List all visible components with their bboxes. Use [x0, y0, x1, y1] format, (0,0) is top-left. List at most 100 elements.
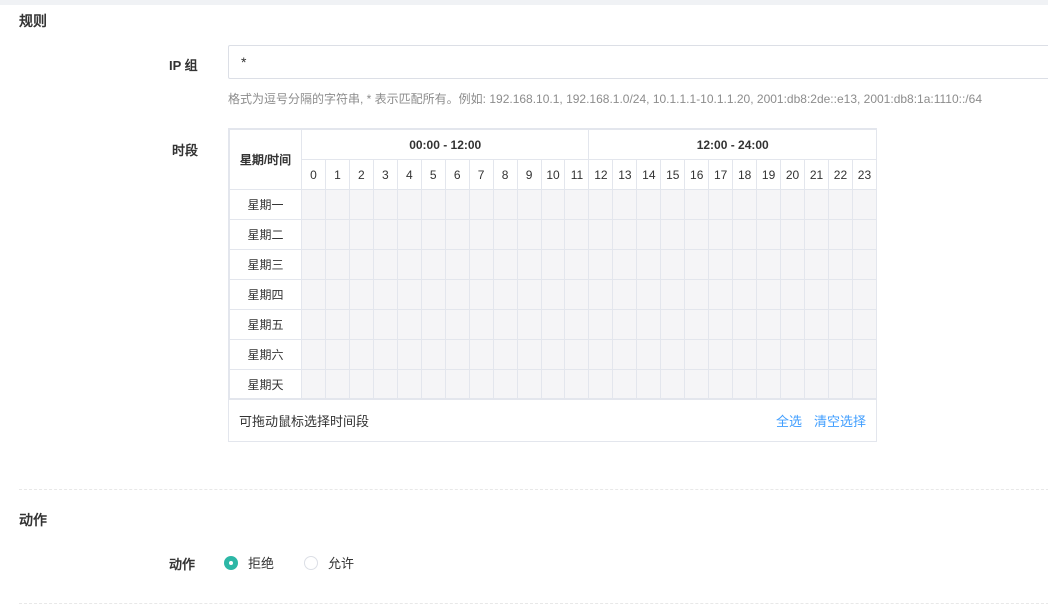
time-slot[interactable] — [612, 309, 638, 340]
time-slot[interactable] — [348, 219, 374, 250]
time-slot[interactable] — [732, 219, 758, 250]
time-slot[interactable] — [444, 309, 470, 340]
time-slot[interactable] — [396, 219, 422, 250]
time-slot[interactable] — [732, 339, 758, 370]
time-slot[interactable] — [396, 249, 422, 280]
radio-deny-dot[interactable] — [224, 555, 238, 570]
time-slot[interactable] — [564, 369, 590, 400]
time-slot[interactable] — [827, 279, 853, 310]
time-slot[interactable] — [612, 219, 638, 250]
time-slot[interactable] — [660, 189, 686, 220]
time-slot[interactable] — [301, 339, 326, 370]
time-slot[interactable] — [516, 339, 542, 370]
time-slot[interactable] — [660, 249, 686, 280]
time-slot[interactable] — [660, 279, 686, 310]
time-slot[interactable] — [660, 339, 686, 370]
time-slot[interactable] — [708, 219, 734, 250]
time-slot[interactable] — [348, 339, 374, 370]
time-slot[interactable] — [516, 279, 542, 310]
time-slot[interactable] — [588, 219, 614, 250]
time-slot[interactable] — [540, 249, 566, 280]
time-slot[interactable] — [468, 339, 494, 370]
radio-allow-dot[interactable] — [304, 555, 318, 570]
time-slot[interactable] — [660, 309, 686, 340]
time-slot[interactable] — [588, 249, 614, 280]
time-slot[interactable] — [851, 189, 878, 220]
time-slot[interactable] — [756, 219, 782, 250]
time-slot[interactable] — [756, 249, 782, 280]
time-slot[interactable] — [827, 219, 853, 250]
time-slot[interactable] — [540, 279, 566, 310]
time-slot[interactable] — [516, 309, 542, 340]
time-slot[interactable] — [804, 279, 829, 310]
time-slot[interactable] — [348, 189, 374, 220]
time-slot[interactable] — [324, 249, 350, 280]
time-slot[interactable] — [372, 339, 398, 370]
time-slot[interactable] — [492, 189, 518, 220]
time-slot[interactable] — [420, 309, 446, 340]
time-slot[interactable] — [588, 279, 614, 310]
time-slot[interactable] — [636, 309, 662, 340]
time-slot[interactable] — [492, 369, 518, 400]
clear-selection-link[interactable]: 清空选择 — [814, 411, 866, 430]
time-slot[interactable] — [444, 339, 470, 370]
time-slot[interactable] — [516, 219, 542, 250]
time-slot[interactable] — [780, 249, 806, 280]
time-slot[interactable] — [324, 309, 350, 340]
time-slot[interactable] — [851, 369, 878, 400]
time-slot[interactable] — [804, 339, 829, 370]
time-slot[interactable] — [827, 249, 853, 280]
time-slot[interactable] — [827, 369, 853, 400]
time-slot[interactable] — [324, 189, 350, 220]
time-slot[interactable] — [804, 249, 829, 280]
time-slot[interactable] — [684, 219, 710, 250]
time-slot[interactable] — [780, 189, 806, 220]
time-slot[interactable] — [636, 339, 662, 370]
time-slot[interactable] — [780, 339, 806, 370]
time-slot[interactable] — [348, 279, 374, 310]
time-slot[interactable] — [492, 339, 518, 370]
time-slot[interactable] — [660, 369, 686, 400]
time-slot[interactable] — [636, 369, 662, 400]
time-slot[interactable] — [468, 249, 494, 280]
time-slot[interactable] — [492, 279, 518, 310]
time-slot[interactable] — [636, 189, 662, 220]
time-slot[interactable] — [708, 309, 734, 340]
time-slot[interactable] — [540, 369, 566, 400]
time-slot[interactable] — [708, 249, 734, 280]
time-slot[interactable] — [732, 279, 758, 310]
time-slot[interactable] — [564, 309, 590, 340]
time-slot[interactable] — [684, 339, 710, 370]
time-slot[interactable] — [732, 309, 758, 340]
time-slot[interactable] — [301, 189, 326, 220]
time-slot[interactable] — [804, 189, 829, 220]
time-slot[interactable] — [756, 369, 782, 400]
time-slot[interactable] — [660, 219, 686, 250]
radio-allow[interactable]: 允许 — [304, 553, 354, 572]
time-slot[interactable] — [468, 189, 494, 220]
time-slot[interactable] — [636, 219, 662, 250]
time-slot[interactable] — [780, 369, 806, 400]
time-slot[interactable] — [804, 309, 829, 340]
time-slot[interactable] — [444, 369, 470, 400]
time-slot[interactable] — [564, 189, 590, 220]
time-slot[interactable] — [396, 369, 422, 400]
time-slot[interactable] — [684, 249, 710, 280]
time-slot[interactable] — [420, 189, 446, 220]
time-slot[interactable] — [372, 309, 398, 340]
time-slot[interactable] — [684, 189, 710, 220]
time-slot[interactable] — [708, 339, 734, 370]
time-slot[interactable] — [324, 279, 350, 310]
time-slot[interactable] — [492, 249, 518, 280]
time-slot[interactable] — [851, 339, 878, 370]
time-slot[interactable] — [372, 249, 398, 280]
time-slot[interactable] — [756, 279, 782, 310]
time-slot[interactable] — [372, 369, 398, 400]
time-slot[interactable] — [851, 309, 878, 340]
time-slot[interactable] — [540, 339, 566, 370]
time-slot[interactable] — [468, 369, 494, 400]
time-slot[interactable] — [396, 279, 422, 310]
time-slot[interactable] — [540, 189, 566, 220]
time-slot[interactable] — [851, 279, 878, 310]
time-slot[interactable] — [636, 279, 662, 310]
